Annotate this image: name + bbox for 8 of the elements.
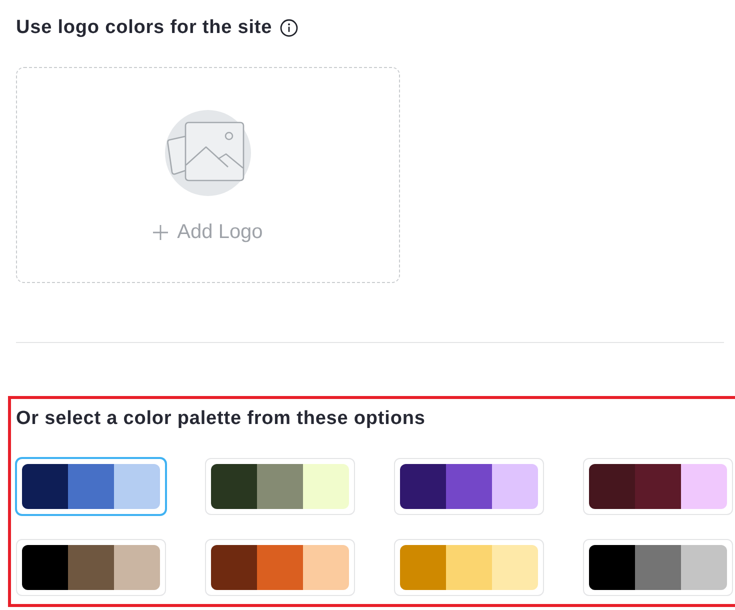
image-placeholder-icon — [165, 110, 251, 196]
section-title: Use logo colors for the site — [16, 17, 272, 39]
plus-icon — [153, 224, 168, 240]
add-logo-button[interactable]: Add Logo — [153, 220, 263, 244]
section-title: Or select a color palette from these options — [16, 408, 426, 430]
info-icon[interactable] — [280, 19, 298, 37]
logo-upload-area[interactable]: Add Logo — [16, 67, 400, 283]
palette-option[interactable] — [16, 458, 166, 515]
